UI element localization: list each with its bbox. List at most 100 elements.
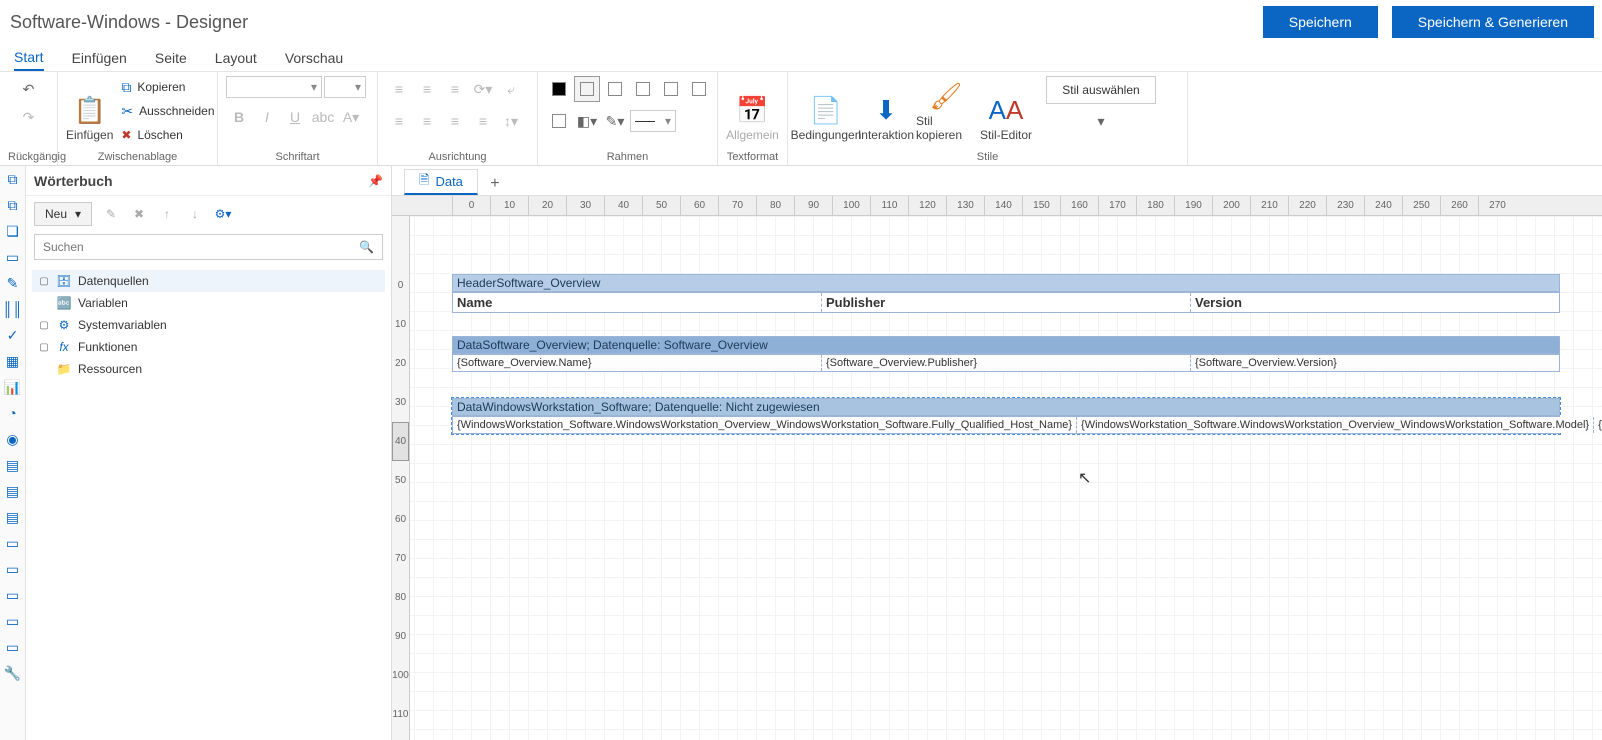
move-up-button[interactable]: ↑	[158, 205, 176, 223]
tree-sysvars[interactable]: ▢⚙Systemvariablen	[32, 314, 385, 336]
data1-col-publisher[interactable]: {Software_Overview.Publisher}	[822, 355, 1191, 371]
vtool-7[interactable]: ✓	[4, 326, 22, 344]
align-center-top[interactable]: ≡	[414, 76, 440, 102]
rotate-button[interactable]: ⟳▾	[470, 76, 496, 102]
border-left[interactable]	[602, 76, 628, 102]
search-icon[interactable]: 🔍	[351, 240, 382, 254]
textformat-general[interactable]: 📅 Allgemein	[726, 76, 779, 142]
vtool-8[interactable]: ▦	[4, 352, 22, 370]
align-center[interactable]: ≡	[414, 108, 440, 134]
data2-col-2[interactable]: {WindowsWorkstation_Software.WindowsWork…	[1077, 417, 1594, 433]
move-down-button[interactable]: ↓	[186, 205, 204, 223]
tab-insert[interactable]: Einfügen	[72, 44, 127, 71]
interaction-button[interactable]: ⬇Interaktion	[856, 76, 916, 142]
underline-button[interactable]: U	[282, 104, 308, 130]
data1-col-name[interactable]: {Software_Overview.Name}	[453, 355, 822, 371]
wrap-button[interactable]: ⤶	[498, 76, 524, 102]
search-box[interactable]: 🔍	[34, 234, 383, 260]
border-none[interactable]	[574, 76, 600, 102]
border-top[interactable]	[630, 76, 656, 102]
design-surface[interactable]: HeaderSoftware_Overview Name Publisher V…	[410, 216, 1602, 740]
vtool-13[interactable]: ▤	[4, 482, 22, 500]
conditions-button[interactable]: 📄Bedingungen	[796, 76, 856, 142]
tree-resources[interactable]: 📁Ressourcen	[32, 358, 385, 380]
paste-button[interactable]: 📋 Einfügen	[66, 76, 113, 142]
tab-preview[interactable]: Vorschau	[285, 44, 343, 71]
cut-button[interactable]: ✂Ausschneiden	[117, 100, 218, 122]
border-color[interactable]: ✎▾	[602, 108, 628, 134]
data2-col-3[interactable]: {WindowsWorkstation_Software.WindowsWork…	[1594, 417, 1602, 433]
strike-button[interactable]: abc	[310, 104, 336, 130]
pin-icon[interactable]: 📌	[368, 174, 383, 188]
data1-col-version[interactable]: {Software_Overview.Version}	[1191, 355, 1559, 371]
data2-band[interactable]: DataWindowsWorkstation_Software; Datenqu…	[452, 398, 1560, 434]
save-generate-button[interactable]: Speichern & Generieren	[1392, 6, 1594, 38]
align-left[interactable]: ≡	[386, 108, 412, 134]
vtool-17[interactable]: ▭	[4, 586, 22, 604]
style-dropdown[interactable]: ▾	[1046, 108, 1156, 134]
new-dropdown[interactable]: Neu▾	[34, 202, 92, 226]
vtool-18[interactable]: ▭	[4, 612, 22, 630]
align-justify[interactable]: ≡	[470, 108, 496, 134]
header-band[interactable]: HeaderSoftware_Overview Name Publisher V…	[452, 274, 1560, 313]
header-col-version[interactable]: Version	[1191, 293, 1559, 312]
redo-button[interactable]: ↷	[16, 104, 42, 130]
vtool-20[interactable]: 🔧	[4, 664, 22, 682]
align-right-top[interactable]: ≡	[442, 76, 468, 102]
vtool-11[interactable]: ◉	[4, 430, 22, 448]
vtool-9[interactable]: 📊	[4, 378, 22, 396]
tree-datasources[interactable]: ▢🗄Datenquellen	[32, 270, 385, 292]
clipboard-icon: 📋	[74, 95, 106, 126]
vtool-2[interactable]: ⧉	[4, 196, 22, 214]
tree-functions[interactable]: ▢fxFunktionen	[32, 336, 385, 358]
align-right[interactable]: ≡	[442, 108, 468, 134]
copy-button[interactable]: ⧉Kopieren	[117, 76, 218, 98]
align-left-top[interactable]: ≡	[386, 76, 412, 102]
settings-gear-button[interactable]: ⚙▾	[214, 205, 232, 223]
border-all[interactable]	[546, 76, 572, 102]
save-button[interactable]: Speichern	[1263, 6, 1378, 38]
vtool-15[interactable]: ▭	[4, 534, 22, 552]
border-bottom[interactable]	[686, 76, 712, 102]
vtool-16[interactable]: ▭	[4, 560, 22, 578]
font-size-combo[interactable]: ▾	[324, 76, 366, 98]
vtool-5[interactable]: ✎	[4, 274, 22, 292]
header-col-publisher[interactable]: Publisher	[822, 293, 1191, 312]
border-outer[interactable]	[546, 108, 572, 134]
add-tab-button[interactable]: +	[484, 173, 506, 195]
vtool-1[interactable]: ⧉	[4, 170, 22, 188]
header-col-name[interactable]: Name	[453, 293, 822, 312]
vtool-14[interactable]: ▤	[4, 508, 22, 526]
font-color-button[interactable]: A▾	[338, 104, 364, 130]
copy-style-button[interactable]: 🖌Stil kopieren	[916, 76, 976, 142]
select-style-combo[interactable]: Stil auswählen	[1046, 76, 1156, 104]
tab-start[interactable]: Start	[14, 44, 44, 71]
search-input[interactable]	[35, 240, 351, 254]
vtool-10[interactable]: ◔	[4, 404, 22, 422]
vtool-3[interactable]: ❏	[4, 222, 22, 240]
doc-tab-data[interactable]: 🗎Data	[404, 169, 478, 195]
fill-color[interactable]: ◧▾	[574, 108, 600, 134]
vtool-6[interactable]: ║║	[4, 300, 22, 318]
delete-item-button[interactable]: ✖	[130, 205, 148, 223]
line-spacing[interactable]: ↕▾	[498, 108, 524, 134]
delete-button[interactable]: ✖Löschen	[117, 124, 218, 146]
border-right[interactable]	[658, 76, 684, 102]
edit-item-button[interactable]: ✎	[102, 205, 120, 223]
data2-col-1[interactable]: {WindowsWorkstation_Software.WindowsWork…	[453, 417, 1077, 433]
style-editor-button[interactable]: AAStil-Editor	[976, 76, 1036, 142]
vtool-12[interactable]: ▤	[4, 456, 22, 474]
italic-button[interactable]: I	[254, 104, 280, 130]
bold-button[interactable]: B	[226, 104, 252, 130]
tab-layout[interactable]: Layout	[215, 44, 257, 71]
tree-variables[interactable]: 🔤Variablen	[32, 292, 385, 314]
vtool-19[interactable]: ▭	[4, 638, 22, 656]
vtool-4[interactable]: ▭	[4, 248, 22, 266]
vertical-toolbar: ⧉ ⧉ ❏ ▭ ✎ ║║ ✓ ▦ 📊 ◔ ◉ ▤ ▤ ▤ ▭ ▭ ▭ ▭ ▭ 🔧	[0, 166, 26, 740]
undo-button[interactable]: ↶	[16, 76, 42, 102]
data1-band[interactable]: DataSoftware_Overview; Datenquelle: Soft…	[452, 336, 1560, 372]
font-name-combo[interactable]: ▾	[226, 76, 322, 98]
workspace: ⧉ ⧉ ❏ ▭ ✎ ║║ ✓ ▦ 📊 ◔ ◉ ▤ ▤ ▤ ▭ ▭ ▭ ▭ ▭ 🔧…	[0, 166, 1602, 740]
tab-page[interactable]: Seite	[155, 44, 187, 71]
border-style-combo[interactable]: ▾	[630, 110, 676, 132]
